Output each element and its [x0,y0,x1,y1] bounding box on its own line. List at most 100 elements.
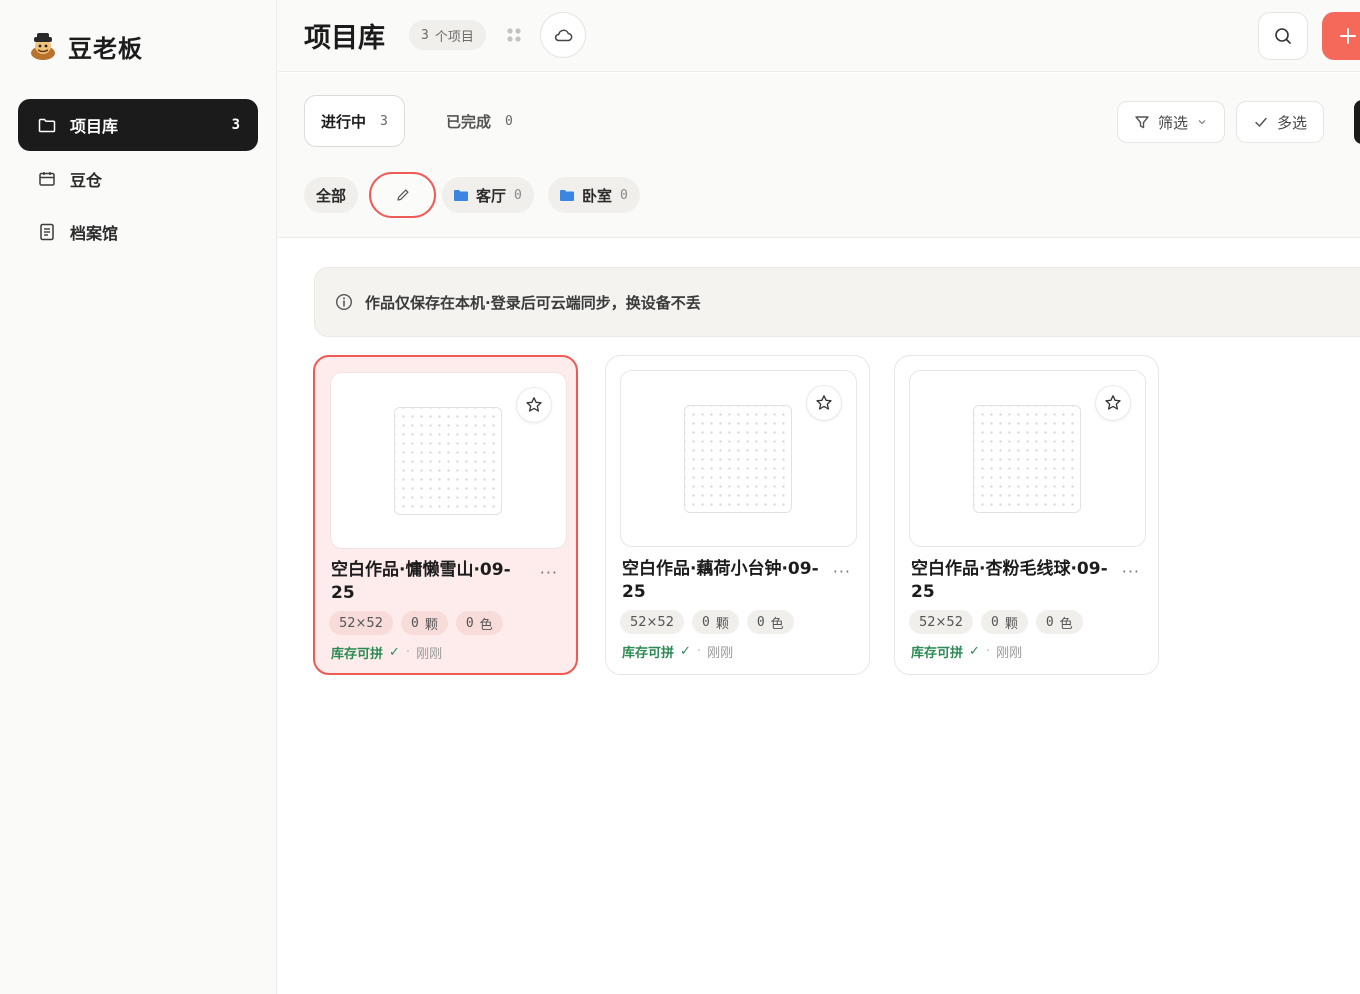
chip-bedroom[interactable]: 卧室 0 [548,177,640,213]
pegboard-preview [394,407,502,515]
project-count-number: 3 [421,27,429,43]
colors-tag: 0色 [746,610,794,634]
folder-icon [560,189,574,201]
more-actions-button[interactable] [1354,100,1360,144]
cloud-icon [554,29,573,42]
chip-label: 客厅 [476,186,507,205]
project-meta: 库存可拼 ✓ · 刚刚 [622,642,733,661]
brand[interactable]: 豆老板 [28,28,143,64]
info-icon [335,293,353,311]
ellipsis-icon: ··· [1121,562,1140,581]
separator-dot: · [696,644,702,659]
edit-categories-button[interactable] [369,172,436,218]
pegboard-preview [973,405,1081,513]
tab-label: 进行中 [321,112,367,131]
project-thumbnail[interactable] [620,370,857,547]
tab-label: 已完成 [446,112,492,131]
add-project-button[interactable] [1322,12,1360,60]
cloud-sync-button[interactable] [540,12,586,58]
sidebar-item-bean-storage[interactable]: 豆仓 [18,153,258,205]
view-toggle-button[interactable] [504,24,524,46]
beads-tag: 0颗 [400,611,448,635]
folder-icon [38,116,56,134]
updated-time: 刚刚 [996,646,1023,661]
project-tags: 52×52 0颗 0色 [620,610,794,634]
more-options-button[interactable]: ··· [540,563,558,582]
beads-unit: 颗 [424,617,438,633]
filter-button[interactable]: 筛选 [1117,101,1226,143]
calendar-box-icon [38,170,56,188]
tab-count: 3 [380,113,388,129]
search-icon [1275,28,1291,44]
tab-in-progress[interactable]: 进行中 3 [304,95,405,147]
project-card[interactable]: 空白作品·慵懒雪山·09-25 ··· 52×52 0颗 0色 库存可拼 ✓ ·… [313,355,578,675]
project-title: 空白作品·杏粉毛线球·09-25 [911,559,1108,602]
check-icon: ✓ [389,645,400,660]
stock-status: 库存可拼 [622,646,675,661]
ellipsis-icon: ··· [539,563,558,582]
colors-count: 0 [1045,614,1054,630]
chip-label: 卧室 [582,186,613,205]
beads-unit: 颗 [715,616,729,632]
chip-count: 0 [620,187,628,203]
top-bar: 项目库 3 个项目 [278,0,1360,72]
sidebar-item-projects[interactable]: 项目库 3 [18,99,258,151]
multi-select-label: 多选 [1277,113,1308,132]
document-icon [38,223,56,241]
stock-status: 库存可拼 [911,646,964,661]
funnel-icon [1135,116,1149,129]
size-value: 52×52 [919,614,963,630]
more-options-button[interactable]: ··· [1122,562,1140,581]
folder-icon [454,189,468,201]
project-count-badge: 3 个项目 [409,20,486,50]
star-icon [1105,395,1121,410]
filter-label: 筛选 [1158,113,1189,132]
size-value: 52×52 [339,615,383,631]
beads-count: 0 [701,614,710,630]
beads-tag: 0颗 [980,610,1028,634]
favorite-button[interactable] [516,387,552,423]
chip-living-room[interactable]: 客厅 0 [442,177,534,213]
favorite-button[interactable] [806,385,842,421]
colors-unit: 色 [770,616,784,632]
dots-grid-icon [507,28,521,42]
stock-status: 库存可拼 [331,647,384,662]
colors-count: 0 [465,615,474,631]
favorite-button[interactable] [1095,385,1131,421]
updated-time: 刚刚 [416,647,443,662]
project-title: 空白作品·慵懒雪山·09-25 [331,560,511,603]
filter-toolbar: 进行中 3 已完成 0 筛选 多选 全部 客厅 0 卧室 0 [278,73,1360,238]
brand-name: 豆老板 [68,34,143,63]
check-icon: ✓ [680,644,691,659]
project-card[interactable]: 空白作品·杏粉毛线球·09-25 ··· 52×52 0颗 0色 库存可拼 ✓ … [894,355,1159,675]
project-thumbnail[interactable] [330,372,567,549]
beads-count: 0 [990,614,999,630]
star-icon [526,397,542,412]
project-title: 空白作品·藕荷小台钟·09-25 [622,559,819,602]
pencil-icon [396,189,408,201]
sidebar-item-count: 3 [231,117,240,133]
bean-boss-logo-icon [31,33,55,60]
chip-count: 0 [514,187,522,203]
search-button[interactable] [1258,12,1308,60]
more-options-button[interactable]: ··· [833,562,851,581]
size-tag: 52×52 [620,610,684,634]
chip-all[interactable]: 全部 [304,177,359,213]
check-icon [1255,117,1267,127]
colors-tag: 0色 [455,611,503,635]
page-title: 项目库 [304,23,385,54]
sidebar-item-archive[interactable]: 档案馆 [18,206,258,258]
star-icon [816,395,832,410]
tab-completed[interactable]: 已完成 0 [430,95,529,147]
colors-unit: 色 [479,617,493,633]
project-thumbnail[interactable] [909,370,1146,547]
sidebar: 豆老板 项目库 3 豆仓 档案馆 [0,0,277,994]
size-value: 52×52 [630,614,674,630]
project-meta: 库存可拼 ✓ · 刚刚 [331,643,442,662]
colors-tag: 0色 [1035,610,1083,634]
main-content: 项目库 3 个项目 进行中 3 已完成 0 筛选 多选 全部 客厅 0 卧室 0… [278,0,1360,994]
multi-select-button[interactable]: 多选 [1236,101,1325,143]
beads-unit: 颗 [1004,616,1018,632]
pegboard-preview [684,405,792,513]
project-card[interactable]: 空白作品·藕荷小台钟·09-25 ··· 52×52 0颗 0色 库存可拼 ✓ … [605,355,870,675]
